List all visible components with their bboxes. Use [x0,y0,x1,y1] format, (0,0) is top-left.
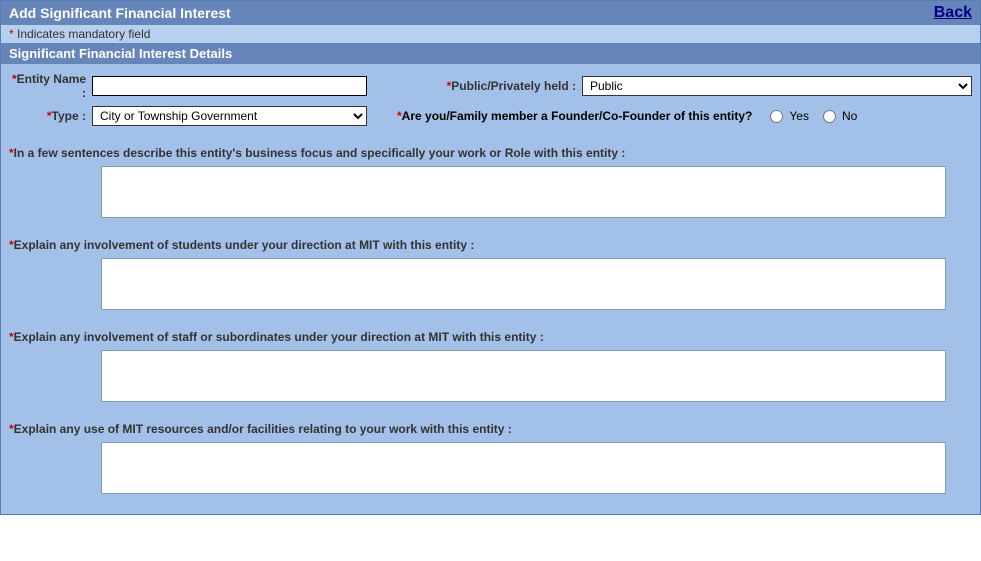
q3-label: *Explain any involvement of staff or sub… [9,330,972,344]
founder-yes-radio[interactable] [770,110,783,123]
form-header: Add Significant Financial Interest Back [1,1,980,25]
mandatory-note: * Indicates mandatory field [1,25,980,43]
question-students: *Explain any involvement of students und… [9,238,972,310]
founder-yes-label: Yes [789,109,809,123]
row-type-founder: *Type : City or Township Government *Are… [9,106,972,126]
founder-label: *Are you/Family member a Founder/Co-Foun… [397,109,752,123]
form-body: *Entity Name : *Public/Privately held : … [1,64,980,514]
row-entity-public: *Entity Name : *Public/Privately held : … [9,72,972,100]
entity-name-label: *Entity Name : [9,72,92,100]
question-resources: *Explain any use of MIT resources and/or… [9,422,972,494]
founder-no-radio[interactable] [823,110,836,123]
q2-label: *Explain any involvement of students und… [9,238,972,252]
q3-textarea[interactable] [101,350,946,402]
type-label: *Type : [9,109,92,123]
required-star-icon: * [9,27,17,41]
q4-label: *Explain any use of MIT resources and/or… [9,422,972,436]
q4-textarea[interactable] [101,442,946,494]
type-select[interactable]: City or Township Government [92,106,367,126]
question-staff: *Explain any involvement of staff or sub… [9,330,972,402]
q1-label: *In a few sentences describe this entity… [9,146,972,160]
form-title: Add Significant Financial Interest [9,5,231,21]
mandatory-text: Indicates mandatory field [17,27,150,41]
entity-name-input[interactable] [92,76,367,96]
q1-textarea[interactable] [101,166,946,218]
founder-no-label: No [842,109,857,123]
question-business-focus: *In a few sentences describe this entity… [9,146,972,218]
q2-textarea[interactable] [101,258,946,310]
public-private-select[interactable]: Public [582,76,972,96]
public-private-label: *Public/Privately held : [442,79,582,93]
back-link[interactable]: Back [934,4,972,22]
founder-radio-group: Yes No [760,109,857,123]
form-container: Add Significant Financial Interest Back … [0,0,981,515]
section-header: Significant Financial Interest Details [1,43,980,64]
